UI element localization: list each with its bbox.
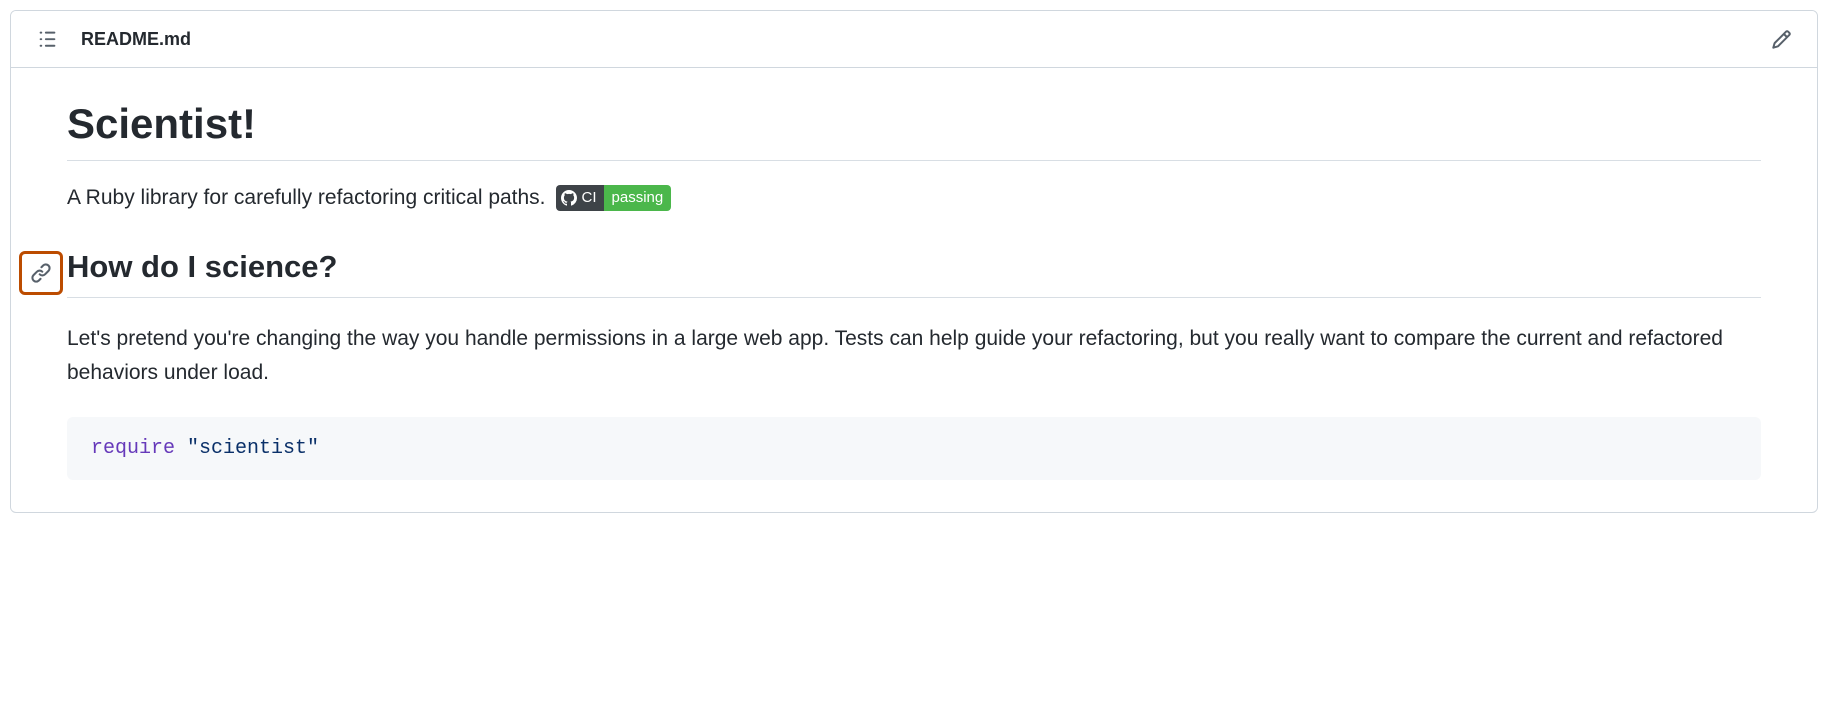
github-icon xyxy=(561,190,577,206)
code-block: require "scientist" xyxy=(67,417,1761,480)
list-icon xyxy=(37,29,58,50)
code-keyword: require xyxy=(91,437,175,460)
link-icon xyxy=(30,262,52,284)
ci-badge[interactable]: CI passing xyxy=(556,185,672,211)
page-title: Scientist! xyxy=(67,100,1761,161)
readme-header: README.md xyxy=(11,11,1817,68)
description-text: A Ruby library for carefully refactoring… xyxy=(67,186,546,210)
description-row: A Ruby library for carefully refactoring… xyxy=(67,185,1761,211)
section-heading-wrapper: How do I science? xyxy=(67,249,1761,298)
ci-badge-label: CI xyxy=(582,185,597,211)
edit-button[interactable] xyxy=(1765,23,1797,55)
readme-body: Scientist! A Ruby library for carefully … xyxy=(11,68,1817,512)
section-heading: How do I science? xyxy=(67,249,1761,297)
readme-container: README.md Scientist! A Ruby library for … xyxy=(10,10,1818,513)
readme-header-left: README.md xyxy=(31,23,191,55)
filename[interactable]: README.md xyxy=(81,29,191,50)
code-string: "scientist" xyxy=(187,437,319,460)
pencil-icon xyxy=(1771,29,1792,50)
ci-badge-left: CI xyxy=(556,185,604,211)
section-paragraph: Let's pretend you're changing the way yo… xyxy=(67,322,1761,389)
ci-badge-status: passing xyxy=(604,185,672,211)
toc-button[interactable] xyxy=(31,23,63,55)
anchor-link[interactable] xyxy=(19,251,63,295)
